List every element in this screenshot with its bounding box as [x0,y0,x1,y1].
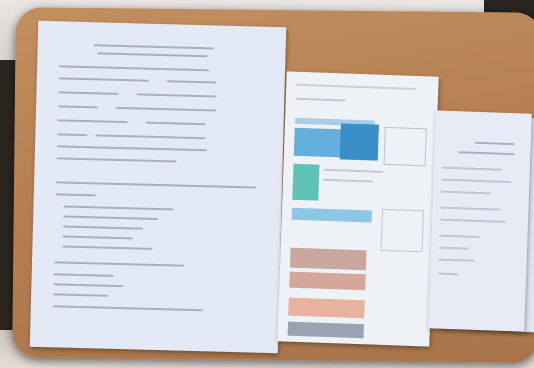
document-sheet-left [29,20,287,354]
text-line [441,178,512,184]
text-line [58,105,99,109]
text-line [166,80,217,84]
text-line [458,151,515,156]
text-line [322,178,374,183]
table-grid [380,208,424,253]
text-line [57,145,208,152]
text-line [53,273,114,277]
text-line [56,181,257,189]
text-line [439,246,470,250]
text-line [116,106,217,112]
text-line [295,97,346,102]
text-line [438,258,475,262]
text-line [296,83,417,90]
document-sheet-middle [277,71,439,347]
pink-table-block [288,297,365,319]
text-line [440,206,501,211]
text-line [474,141,515,146]
table-grid [383,126,427,167]
text-line [440,190,492,195]
text-line [58,91,119,95]
text-line [53,293,109,297]
text-line [95,134,206,140]
text-line [57,133,88,137]
text-line [63,205,174,211]
text-line [136,93,217,98]
text-line [62,245,153,250]
text-line [145,121,206,126]
text-line [59,65,210,72]
photo-scene [0,0,534,368]
teal-table-block [292,163,320,201]
text-line [52,305,203,312]
text-line [63,215,159,221]
text-line [438,272,459,276]
text-line [439,218,507,223]
document-sheet-right [428,110,532,332]
text-line [62,235,133,240]
blue-table-block [339,123,379,161]
text-line [97,52,208,58]
blue-table-block [291,207,372,223]
text-line [439,234,480,238]
text-line [323,168,384,173]
text-line [53,261,184,267]
gray-table-block [287,321,364,339]
text-line [62,225,143,230]
text-line [93,44,214,50]
text-line [57,119,128,124]
pink-table-block [289,271,366,291]
text-line [53,283,124,288]
pink-table-block [289,247,367,271]
text-line [441,166,502,171]
text-line [55,193,96,197]
text-line [58,77,149,82]
text-line [56,157,177,163]
